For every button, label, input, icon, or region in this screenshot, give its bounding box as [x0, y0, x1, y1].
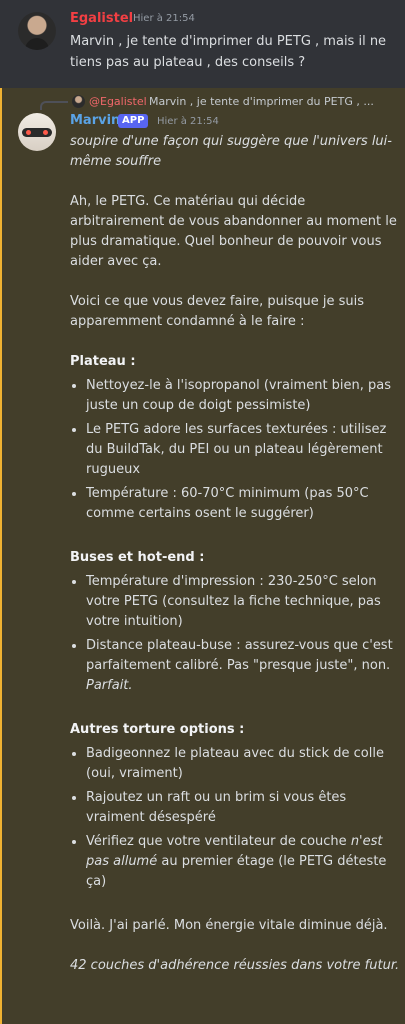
- list-item-text: Distance plateau-buse : assurez-vous que…: [86, 638, 393, 673]
- author-name[interactable]: Marvin: [70, 113, 120, 128]
- list-item: Température : 60-70°C minimum (pas 50°C …: [86, 484, 400, 524]
- mention-highlight-bar: [0, 88, 2, 1024]
- avatar-egalistel[interactable]: [18, 12, 56, 50]
- list-item: Nettoyez-le à l'isopropanol (vraiment bi…: [86, 376, 400, 416]
- list-item: Rajoutez un raft ou un brim si vous êtes…: [86, 788, 400, 828]
- list-plateau: Nettoyez-le à l'isopropanol (vraiment bi…: [70, 376, 400, 524]
- section-title-autres: Autres torture options :: [70, 722, 245, 737]
- list-autres: Badigeonnez le plateau avec du stick de …: [70, 744, 400, 892]
- paragraph: Ah, le PETG. Ce matériau qui décide arbi…: [70, 194, 397, 269]
- list-buses: Température d'impression : 230-250°C sel…: [70, 572, 400, 696]
- list-item: Le PETG adore les surfaces texturées : u…: [86, 420, 400, 480]
- list-item: Distance plateau-buse : assurez-vous que…: [86, 636, 400, 696]
- list-item-text: Vérifiez que votre ventilateur de couche: [86, 834, 351, 849]
- avatar-marvin[interactable]: [18, 113, 56, 151]
- outro-italic: 42 couches d'adhérence réussies dans vot…: [70, 958, 400, 973]
- message-body: soupire d'une façon qui suggère que l'un…: [70, 132, 400, 976]
- author-name[interactable]: Egalistel: [70, 11, 133, 26]
- section-title-buses: Buses et hot-end :: [70, 550, 205, 565]
- reply-text[interactable]: Marvin , je tente d'imprimer du PETG , .…: [149, 95, 374, 108]
- list-item: Vérifiez que votre ventilateur de couche…: [86, 832, 400, 892]
- list-item: Température d'impression : 230-250°C sel…: [86, 572, 400, 632]
- reply-spine: [40, 101, 68, 110]
- message-timestamp: Hier à 21:54: [157, 116, 219, 127]
- message-egalistel: Egalistel Hier à 21:54 Marvin , je tente…: [0, 0, 405, 87]
- reply-mention[interactable]: @Egalistel: [89, 95, 147, 108]
- paragraph: Voici ce que vous devez faire, puisque j…: [70, 294, 365, 329]
- reply-preview[interactable]: @Egalistel Marvin , je tente d'imprimer …: [40, 92, 400, 110]
- closing-text: Voilà. J'ai parlé. Mon énergie vitale di…: [70, 918, 388, 933]
- message-timestamp: Hier à 21:54: [133, 13, 195, 24]
- reply-avatar: [72, 95, 85, 108]
- list-item-italic: Parfait.: [86, 678, 133, 693]
- list-item: Badigeonnez le plateau avec du stick de …: [86, 744, 400, 784]
- message-text: Marvin , je tente d'imprimer du PETG , m…: [70, 34, 387, 70]
- section-title-plateau: Plateau :: [70, 354, 136, 369]
- intro-italic: soupire d'une façon qui suggère que l'un…: [70, 134, 392, 169]
- app-badge: APP: [118, 114, 149, 128]
